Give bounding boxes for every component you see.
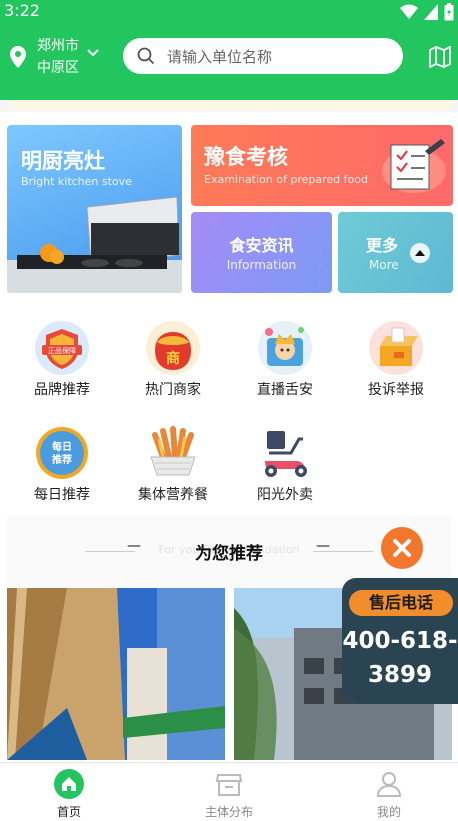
- city-label[interactable]: 郑州市: [37, 36, 79, 56]
- grid-item-daily[interactable]: 每日 推荐 每日推荐: [7, 425, 117, 505]
- hotline-number-line2: 3899: [367, 662, 432, 688]
- banner-subtitle: Examination of prepared food: [204, 173, 368, 186]
- tab-label: 主体分布: [204, 805, 253, 819]
- svg-text:推荐: 推荐: [52, 453, 72, 466]
- tab-label: 我的: [376, 805, 401, 819]
- grid-item-group-meal[interactable]: 集体营养餐: [118, 425, 228, 505]
- building-photo: [7, 588, 225, 760]
- user-icon: [376, 772, 402, 797]
- status-icons: [400, 3, 454, 21]
- hot-merchant-icon: 商: [146, 321, 200, 375]
- bottom-tab-bar: 首页 主体分布 我的: [0, 762, 458, 821]
- grid-item-label: 投诉举报: [368, 382, 424, 398]
- tab-profile[interactable]: 我的: [329, 769, 449, 820]
- grid-item-label: 集体营养餐: [138, 487, 208, 503]
- home-icon: [54, 769, 84, 799]
- banner-more[interactable]: 更多 More: [338, 212, 453, 293]
- group-meal-icon: [150, 426, 196, 476]
- grid-item-label: 品牌推荐: [34, 382, 90, 398]
- grid-item-live[interactable]: 直播舌安: [230, 320, 340, 400]
- dash-right: —: [316, 538, 330, 554]
- tab-home[interactable]: 首页: [9, 769, 129, 820]
- svg-text:正品保障: 正品保障: [48, 346, 76, 355]
- status-time: 3:22: [4, 1, 40, 20]
- banner-subtitle: More: [369, 258, 399, 272]
- notice-strip: [8, 100, 452, 110]
- location-pin-icon[interactable]: [10, 46, 26, 68]
- banner-title: 食安资讯: [229, 236, 294, 255]
- banner-food-exam[interactable]: 豫食考核 Examination of prepared food: [191, 125, 453, 206]
- search-bar[interactable]: [123, 38, 403, 74]
- checklist-icon: [382, 139, 446, 193]
- banner-bright-kitchen[interactable]: 明厨亮灶 Bright kitchen stove: [7, 125, 182, 293]
- svg-text:商: 商: [166, 350, 180, 367]
- grid-item-complaint[interactable]: 投诉举报: [341, 320, 451, 400]
- recommend-photo-1[interactable]: [7, 588, 225, 760]
- app-header: 郑州市 中原区: [0, 24, 458, 100]
- banner-title: 豫食考核: [204, 145, 288, 169]
- banner-food-news[interactable]: 食安资讯 Information: [191, 212, 332, 293]
- store-icon: [215, 774, 243, 796]
- search-icon: [137, 47, 155, 65]
- tab-label: 首页: [56, 805, 81, 819]
- banner-subtitle: Information: [226, 258, 297, 272]
- grid-item-delivery[interactable]: 阳光外卖: [230, 425, 340, 505]
- grid-item-label: 热门商家: [145, 382, 201, 398]
- grid-item-label: 每日推荐: [34, 487, 90, 503]
- caret-up-icon: [410, 243, 430, 263]
- brand-shield-icon: 正品保障: [35, 321, 89, 375]
- wifi-icon: [400, 4, 418, 19]
- hotline-label: 售后电话: [349, 590, 453, 616]
- map-icon[interactable]: [429, 46, 451, 68]
- complaint-box-icon: [369, 321, 423, 375]
- tab-distribution[interactable]: 主体分布: [169, 769, 289, 820]
- grid-item-brand[interactable]: 正品保障 品牌推荐: [7, 320, 117, 400]
- chevron-down-icon[interactable]: [86, 48, 100, 58]
- close-icon: [393, 539, 411, 557]
- grid-item-label: 阳光外卖: [257, 487, 313, 503]
- grid-item-label: 直播舌安: [257, 382, 313, 398]
- status-bar: 3:22: [0, 0, 458, 24]
- grid-item-hot-merchant[interactable]: 商 热门商家: [118, 320, 228, 400]
- delivery-scooter-icon: [265, 431, 307, 477]
- district-label[interactable]: 中原区: [37, 58, 79, 78]
- hotline-card[interactable]: 售后电话 400-618- 3899: [342, 578, 458, 704]
- close-button[interactable]: [381, 527, 423, 569]
- banner-title: 更多: [366, 236, 399, 255]
- battery-icon: [444, 3, 454, 21]
- search-input[interactable]: [165, 44, 389, 70]
- daily-recommend-icon: 每日 推荐: [36, 427, 88, 479]
- kitchen-stove-illustration: [7, 196, 182, 293]
- live-stream-icon: [258, 321, 312, 375]
- svg-text:每日: 每日: [52, 440, 72, 453]
- hotline-number-line1: 400-618-: [342, 628, 458, 654]
- signal-icon: [424, 4, 438, 20]
